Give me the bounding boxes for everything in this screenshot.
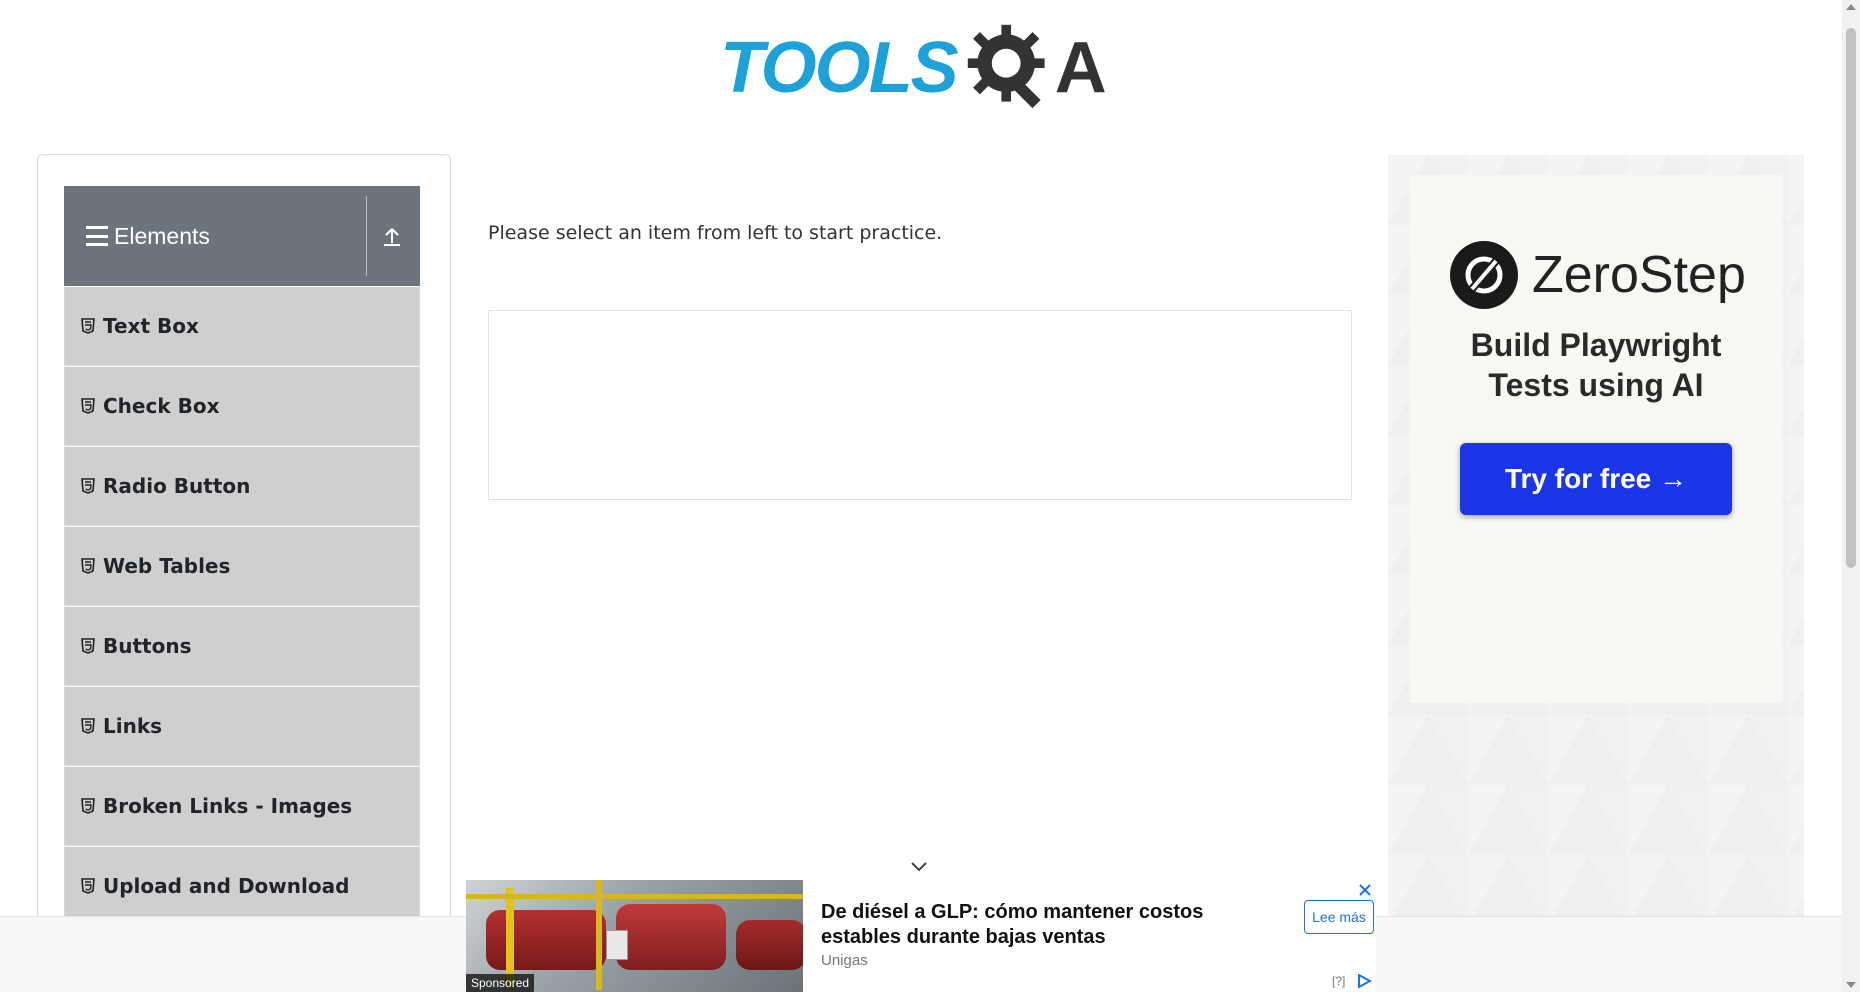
sidebar-item-label: Buttons <box>103 634 192 658</box>
tagline-line-1: Build Playwright <box>1470 327 1722 363</box>
sidebar-item-label: Upload and Download <box>103 874 350 898</box>
html5-icon <box>81 718 95 734</box>
sidebar-item-label: Links <box>103 714 163 738</box>
practice-content-area <box>488 310 1352 500</box>
ad-image-boilers[interactable]: Sponsored <box>466 880 803 992</box>
sidebar-item-text-box[interactable]: Text Box <box>64 286 420 366</box>
html5-icon <box>81 318 95 334</box>
sidebar-item-label: Check Box <box>103 394 220 418</box>
sponsored-label: Sponsored <box>466 974 535 992</box>
group-title: Elements <box>114 222 210 249</box>
sidebar-item-label: Radio Button <box>103 474 251 498</box>
zerostep-tagline: Build Playwright Tests using AI <box>1410 325 1782 405</box>
zerostep-logo: ZeroStep <box>1450 241 1746 309</box>
sidebar-item-web-tables[interactable]: Web Tables <box>64 526 420 606</box>
toolsqa-logo[interactable]: TOOLS A <box>720 18 1107 118</box>
sidebar-item-broken-links-images[interactable]: Broken Links - Images <box>64 766 420 846</box>
hamburger-icon <box>86 226 108 246</box>
try-for-free-button[interactable]: Try for free → <box>1460 443 1732 515</box>
html5-icon <box>81 478 95 494</box>
sidebar-item-label: Web Tables <box>103 554 231 578</box>
zerostep-mark-icon <box>1450 241 1518 309</box>
ad-source: Unigas <box>821 952 868 969</box>
html5-icon <box>81 638 95 654</box>
collapse-arrow-icon[interactable] <box>380 224 404 248</box>
gear-magnifier-icon <box>967 24 1045 109</box>
scroll-up-arrow-icon[interactable] <box>1846 4 1856 10</box>
sidebar-item-buttons[interactable]: Buttons <box>64 606 420 686</box>
zerostep-ad-card[interactable]: ZeroStep Build Playwright Tests using AI… <box>1410 175 1782 703</box>
adchoices-icon[interactable] <box>1356 974 1372 988</box>
html5-icon <box>81 798 95 814</box>
chevron-down-icon[interactable] <box>910 860 928 874</box>
sidebar-item-check-box[interactable]: Check Box <box>64 366 420 446</box>
right-ad-banner[interactable]: ZeroStep Build Playwright Tests using AI… <box>1388 155 1804 992</box>
tagline-line-2: Tests using AI <box>1488 367 1704 403</box>
ad-info-link[interactable]: [?] <box>1332 974 1345 988</box>
elements-menu-list: Text Box Check Box Radio Button Web Tables B… <box>64 286 420 926</box>
logo-text-a: A <box>1054 28 1107 108</box>
practice-instruction: Please select an item from left to start… <box>488 222 943 244</box>
scrollbar-thumb[interactable] <box>1846 28 1856 568</box>
sidebar-item-label: Text Box <box>103 314 199 338</box>
page: TOOLS A Elements Text Box Check Box Radi… <box>0 0 1860 992</box>
elements-group-header[interactable]: Elements <box>64 186 420 286</box>
sidebar-item-upload-and-download[interactable]: Upload and Download <box>64 846 420 926</box>
header-divider <box>366 196 367 276</box>
ad-headline[interactable]: De diésel a GLP: cómo mantener costos es… <box>821 900 1241 950</box>
lee-mas-button[interactable]: Lee más <box>1304 900 1374 934</box>
close-icon[interactable] <box>1357 882 1373 898</box>
logo-text-tools: TOOLS <box>720 28 959 108</box>
sidebar-item-links[interactable]: Links <box>64 686 420 766</box>
page-scrollbar[interactable] <box>1842 0 1860 992</box>
scroll-down-arrow-icon[interactable] <box>1846 982 1856 988</box>
html5-icon <box>81 558 95 574</box>
html5-icon <box>81 398 95 414</box>
left-nav-panel: Elements Text Box Check Box Radio Button We… <box>37 154 451 992</box>
zerostep-brand: ZeroStep <box>1532 246 1746 304</box>
sidebar-item-radio-button[interactable]: Radio Button <box>64 446 420 526</box>
bottom-sponsored-ad[interactable]: Sponsored De diésel a GLP: cómo mantener… <box>466 880 1376 992</box>
sidebar-item-label: Broken Links - Images <box>103 794 353 818</box>
html5-icon <box>81 878 95 894</box>
